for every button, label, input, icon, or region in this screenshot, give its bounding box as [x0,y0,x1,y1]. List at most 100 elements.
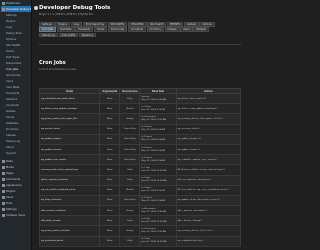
sidebar-item-label: Support [6,151,17,155]
cell-hook: wp_update_themes [38,143,101,156]
sidebar-item-label: Debug Log [6,139,20,143]
sidebar-item-label: Globals [6,109,16,113]
cell-hook: ddtt_monitor_heartbeat [38,205,101,217]
sidebar-item-label: Functions [6,127,19,131]
cell-arguments: None [99,103,121,115]
table-row: wp_privacy_delete_old_files None Hourly In … [38,225,242,237]
cell-next-run: In 1 day June 01, 2024 12:00 AM [139,235,177,247]
tab[interactable]: PHPINFO [166,22,184,27]
cell-recurrence: Hourly [119,205,141,217]
menu-icon [2,189,5,193]
cell-recurrence: Twice Daily [119,143,141,156]
cell-recurrence: Hourly [119,225,141,237]
sidebar-item-label: Debug Tools [6,31,22,35]
table-row: wp_update_themes None Twice Daily In 5 hour… [38,143,242,156]
tab[interactable]: Settings [39,22,55,27]
cron-section: Cron Jobs A list of all scheduled cron j… [39,60,241,71]
page-title: Developer Debug Tools [39,5,111,11]
sidebar-item-label: Pages [6,171,14,175]
cell-next-run: In 20 minutes May 31, 2024 12:20 AM [139,113,177,125]
next-run-line: June 02, 2024 3:14 PM [141,108,165,111]
cell-arguments: None [99,194,121,207]
table-row: recovery_mode_clean_expired_keys None Dail… [38,164,242,176]
sidebar-item-label: Sessions [6,97,18,101]
cell-next-run: In 40 minutes May 31, 2024 12:40 AM [139,205,177,217]
tab-row: Cron Jobs Post Meta Transients Hooks Shortco… [39,27,241,32]
section-title: Cron Jobs [39,60,66,66]
cell-hook: delete_expired_transients [38,174,101,186]
sidebar-item-label: About [6,145,14,149]
cell-action: wp_privacy_delete_old_files() [175,225,242,237]
tab[interactable]: Auto-Drafts [58,32,79,38]
sidebar-item-label: Constants [6,103,20,107]
tab[interactable]: WP-CONFIG [107,22,128,27]
tab[interactable]: Hooks [93,27,108,32]
tab[interactable]: Options [199,22,215,27]
cell-arguments: None [99,174,121,186]
tab[interactable]: Shortcodes [107,27,128,32]
cell-action: wp_privacy_delete_old_export_files() [175,113,242,125]
sidebar-item-label: Cron Jobs [6,67,19,71]
cron-jobs-table: Hook Arguments Recurrence Next Run Actio… [38,88,242,247]
table-row: wp_privacy_delete_old_export_files None Ho… [38,113,242,125]
cell-action: WP_Recovery_Mode->clean_expired_keys() [175,164,242,176]
table-row: wp_update_user_counts None Twice Daily In 5… [38,154,242,166]
cell-hook: wp_scheduled_delete [38,235,101,247]
cell-next-run: In 5 hours May 31, 2024 5:14 AM [139,133,177,145]
cell-action: wp_delete_temp_updater_backups() [175,103,242,115]
cell-recurrence: Weekly [119,184,141,196]
cell-next-run: In 3 days June 02, 2024 3:14 PM [139,184,177,196]
cell-action: wp_delete_auto_drafts() [175,92,242,105]
cell-next-run: Interval May 31, 2024 12:00 AM [139,92,177,105]
cell-arguments: None [99,235,121,247]
cell-recurrence: Twice Daily [119,194,141,207]
cell-action: wp_update_themes() [175,143,242,156]
tab[interactable]: Constants [127,27,146,32]
cell-arguments: None [99,205,121,217]
tab[interactable]: Transients [75,27,94,32]
cell-arguments: None [99,143,121,156]
tab[interactable]: Classes [164,27,180,32]
cell-next-run: In 3 days June 02, 2024 3:14 PM [139,103,177,115]
version-meta: Plugin 1.7.1 | WP 6.5 | PHP 8.1 | MySQL … [39,13,93,16]
sidebar-item-label: Dashboard [6,1,21,5]
cell-next-run: In 1 day June 01, 2024 12:00 AM [139,215,177,227]
section-subtitle: A list of all scheduled cron jobs. [39,68,77,71]
tab[interactable]: Globals [183,22,199,27]
sidebar-item-label: Hooks [6,49,14,53]
sidebar-item-label: Plugins [6,189,16,193]
cell-arguments: None [99,164,121,176]
tab[interactable]: Revisions [78,32,97,38]
sidebar-item-label: Classes [6,133,16,137]
next-run-line: June 01, 2024 12:00 AM [141,180,167,183]
table-row: wp_update_plugins None Twice Daily In 5 hou… [38,133,242,145]
tab[interactable]: HTACCESS [127,22,147,27]
cell-arguments: None [99,123,121,135]
tab[interactable]: Error Reporting [82,22,107,27]
next-run-line: May 31, 2024 5:14 AM [141,159,165,162]
tab[interactable]: Functions [146,27,164,32]
cell-recurrence: Twice Daily [119,123,141,135]
tab[interactable]: Cron Jobs [39,27,57,32]
cell-next-run: In 5 hours May 31, 2024 5:14 AM [139,194,177,207]
menu-icon [2,1,5,5]
tab[interactable]: Site Health [147,22,167,27]
menu-icon [2,213,5,217]
table-row: ddtt_monitor_heartbeat None Hourly In 40 mi… [38,205,242,217]
tab[interactable]: Debug Log [39,32,58,38]
tab[interactable]: Post Meta [56,27,75,32]
cell-next-run: In 5 hours May 31, 2024 5:14 AM [139,154,177,166]
tab[interactable]: Logs [70,22,83,27]
cell-arguments: None [99,225,121,237]
cell-hook: wp_https_detection [38,194,101,207]
cell-hook: wp_privacy_delete_old_export_files [38,113,101,125]
table-row: wp_scheduled_auto_draft_delete None Daily I… [38,92,242,105]
cell-arguments: None [99,92,121,105]
sidebar-item[interactable]: Collapse menu [1,212,31,218]
tab[interactable]: Users [180,27,193,32]
tab[interactable]: Plugins [55,22,70,27]
tab[interactable]: Widgets [193,27,210,32]
cell-next-run: In 5 hours May 31, 2024 5:14 AM [139,143,177,156]
cell-hook: wp_site_health_scheduled_check [38,184,101,196]
sidebar-item-label: Server [6,115,15,119]
